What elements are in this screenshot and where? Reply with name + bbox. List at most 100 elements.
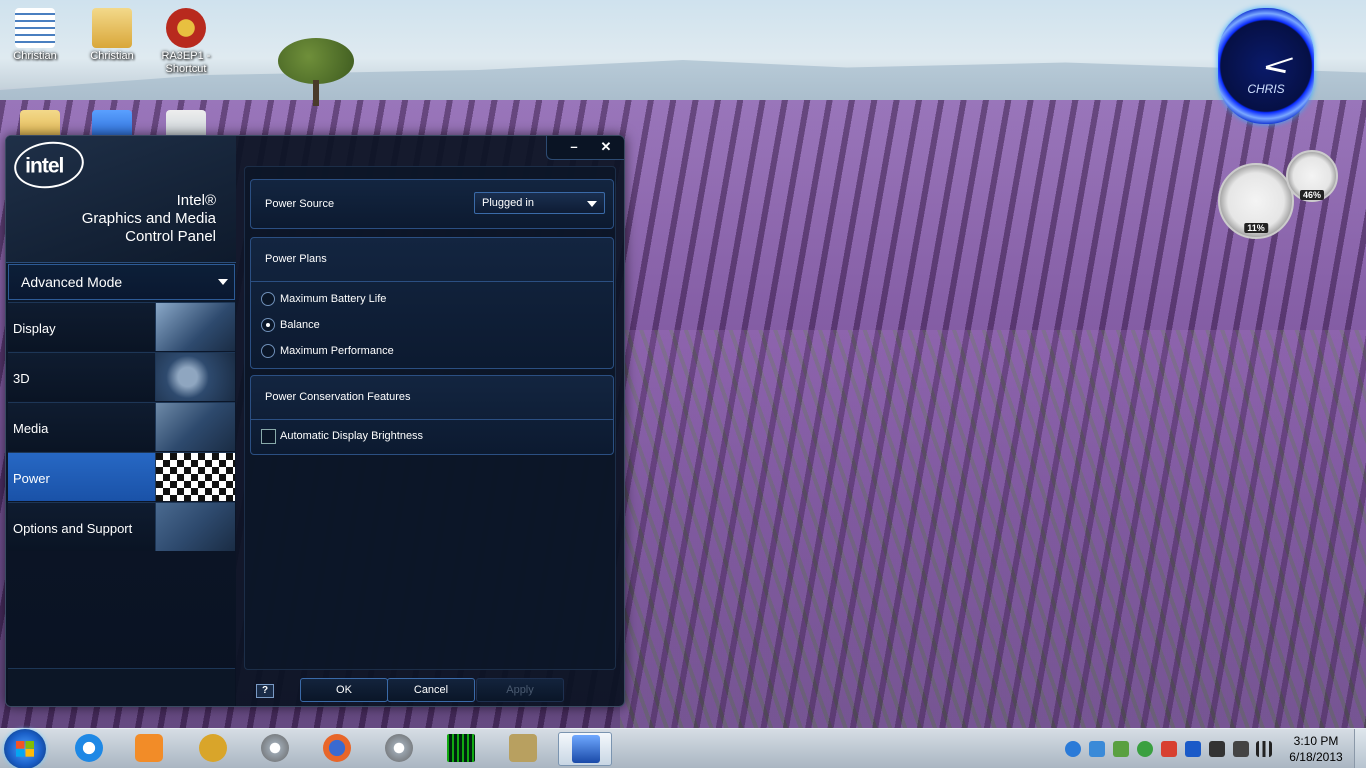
radio-balance[interactable] (261, 318, 275, 332)
desktop-icon-label: Christian (90, 50, 134, 62)
nav-item-label: Display (13, 321, 56, 336)
clock-hour-hand (1265, 66, 1286, 74)
taskbar-settings-2[interactable] (372, 732, 426, 766)
nav-item-power[interactable]: Power (8, 452, 235, 501)
nav-item-display[interactable]: Display (8, 302, 235, 351)
taskbar-intel-graphics[interactable] (558, 732, 612, 766)
intel-logo-icon: intel (11, 137, 87, 193)
shortcut-icon (166, 8, 206, 48)
nav-item-label: 3D (13, 371, 30, 386)
lavender-foreground (620, 330, 1366, 728)
memory-meter-gadget[interactable]: 46% (1286, 150, 1338, 202)
chevron-down-icon (218, 279, 228, 285)
radio-maximum-battery-life[interactable] (261, 292, 275, 306)
intel-control-panel-window: intel Intel® Graphics and Media Control … (5, 135, 625, 707)
conservation-heading: Power Conservation Features (265, 391, 411, 403)
sidebar-footer (8, 668, 235, 706)
nav-item-label: Media (13, 421, 49, 436)
radio-maximum-performance[interactable] (261, 344, 275, 358)
nav-item-label: Options and Support (13, 521, 133, 536)
tree (278, 38, 354, 84)
tool-app-icon (199, 734, 227, 762)
taskbar-time: 3:10 PM (1293, 734, 1339, 748)
cpu-percent: 11% (1244, 223, 1268, 233)
media-player-icon (135, 734, 163, 762)
user-folder-icon (92, 8, 132, 48)
document-icon (15, 8, 55, 48)
taskbar-firefox[interactable] (310, 732, 364, 766)
radio-label: Maximum Battery Life (280, 293, 387, 305)
desktop-icon-label: Christian (13, 50, 57, 62)
power-plans-heading: Power Plans (265, 253, 327, 265)
apply-button[interactable]: Apply (476, 678, 564, 702)
nav-item-3d[interactable]: 3D (8, 352, 235, 401)
help-wrench-icon (155, 503, 235, 551)
clock-gadget-name: CHRIS (1247, 82, 1285, 96)
dialog-footer: ? OK Cancel Apply (244, 672, 624, 706)
desktop-icon-ra3ep1-shortcut[interactable]: RA3EP1 - Shortcut (156, 8, 216, 76)
close-button[interactable]: ✕ (593, 138, 619, 156)
power-source-panel: Power Source Plugged in (250, 179, 614, 229)
power-source-label: Power Source (265, 198, 335, 210)
power-plans-panel: Power Plans Maximum Battery Life Balance… (250, 237, 614, 369)
bluetooth-icon[interactable] (1185, 741, 1201, 757)
shp-app-icon (509, 734, 537, 762)
nav-item-media[interactable]: Media (8, 402, 235, 451)
internet-explorer-icon (75, 734, 103, 762)
title-bar-controls: – ✕ (546, 136, 624, 160)
power-source-select[interactable]: Plugged in (474, 192, 605, 214)
power-conservation-panel: Power Conservation Features Automatic Di… (250, 375, 614, 455)
app-title: Intel® Graphics and Media Control Panel (82, 192, 216, 246)
taskbar-date: 6/18/2013 (1289, 750, 1343, 764)
desktop-icon-label: RA3EP1 - Shortcut (161, 50, 211, 75)
mode-dropdown[interactable]: Advanced Mode (8, 264, 235, 300)
ok-button[interactable]: OK (300, 678, 388, 702)
clock-gadget[interactable]: CHRIS (1218, 8, 1314, 124)
taskbar-settings[interactable] (248, 732, 302, 766)
taskbar-matrix-app[interactable] (434, 732, 488, 766)
logo-text: intel (25, 154, 64, 178)
taskbar: 3:10 PM 6/18/2013 (0, 728, 1366, 768)
desktop-icon-christian-1[interactable]: Christian (5, 8, 65, 63)
taskbar-media-player[interactable] (122, 732, 176, 766)
taskbar-internet-explorer[interactable] (62, 732, 116, 766)
status-icon[interactable] (1137, 741, 1153, 757)
desktop-icon-christian-2[interactable]: Christian (82, 8, 142, 63)
network-icon[interactable] (1065, 741, 1081, 757)
firefox-icon (323, 734, 351, 762)
power-source-value: Plugged in (482, 197, 534, 209)
power-content-area: Power Source Plugged in Power Plans Maxi… (244, 166, 616, 670)
taskbar-shp-app[interactable] (496, 732, 550, 766)
display-monitors-icon (155, 303, 235, 351)
matrix-app-icon (447, 734, 475, 762)
volume-icon[interactable] (1233, 741, 1249, 757)
mode-label: Advanced Mode (21, 274, 123, 290)
power-icon[interactable] (1209, 741, 1225, 757)
divider (251, 419, 613, 420)
start-button[interactable] (4, 729, 46, 768)
hardware-icon[interactable] (1113, 741, 1129, 757)
3d-shapes-icon (155, 353, 235, 401)
show-desktop-button[interactable] (1354, 729, 1366, 768)
radio-label: Balance (280, 319, 320, 331)
cpu-meter-gadget[interactable]: 11% (1218, 163, 1294, 239)
gear-icon (261, 734, 289, 762)
media-camera-icon (155, 403, 235, 451)
checkbox-label: Automatic Display Brightness (280, 430, 424, 442)
app-title-line2: Graphics and Media (81, 210, 216, 227)
app-title-line1: Intel® (176, 192, 216, 209)
dropbox-icon[interactable] (1089, 741, 1105, 757)
minimize-button[interactable]: – (561, 138, 587, 156)
taskbar-tool-app[interactable] (186, 732, 240, 766)
brand-header: intel Intel® Graphics and Media Control … (6, 136, 236, 263)
auto-brightness-checkbox[interactable] (261, 429, 276, 444)
app-title-line3: Control Panel (125, 228, 216, 245)
taskbar-clock[interactable]: 3:10 PM 6/18/2013 (1280, 733, 1352, 765)
cancel-button[interactable]: Cancel (387, 678, 475, 702)
action-center-icon[interactable] (1161, 741, 1177, 757)
divider (251, 281, 613, 282)
signal-icon[interactable] (1256, 741, 1272, 757)
radio-label: Maximum Performance (280, 345, 394, 357)
nav-item-options-support[interactable]: Options and Support (8, 502, 235, 551)
help-button[interactable]: ? (256, 684, 274, 698)
